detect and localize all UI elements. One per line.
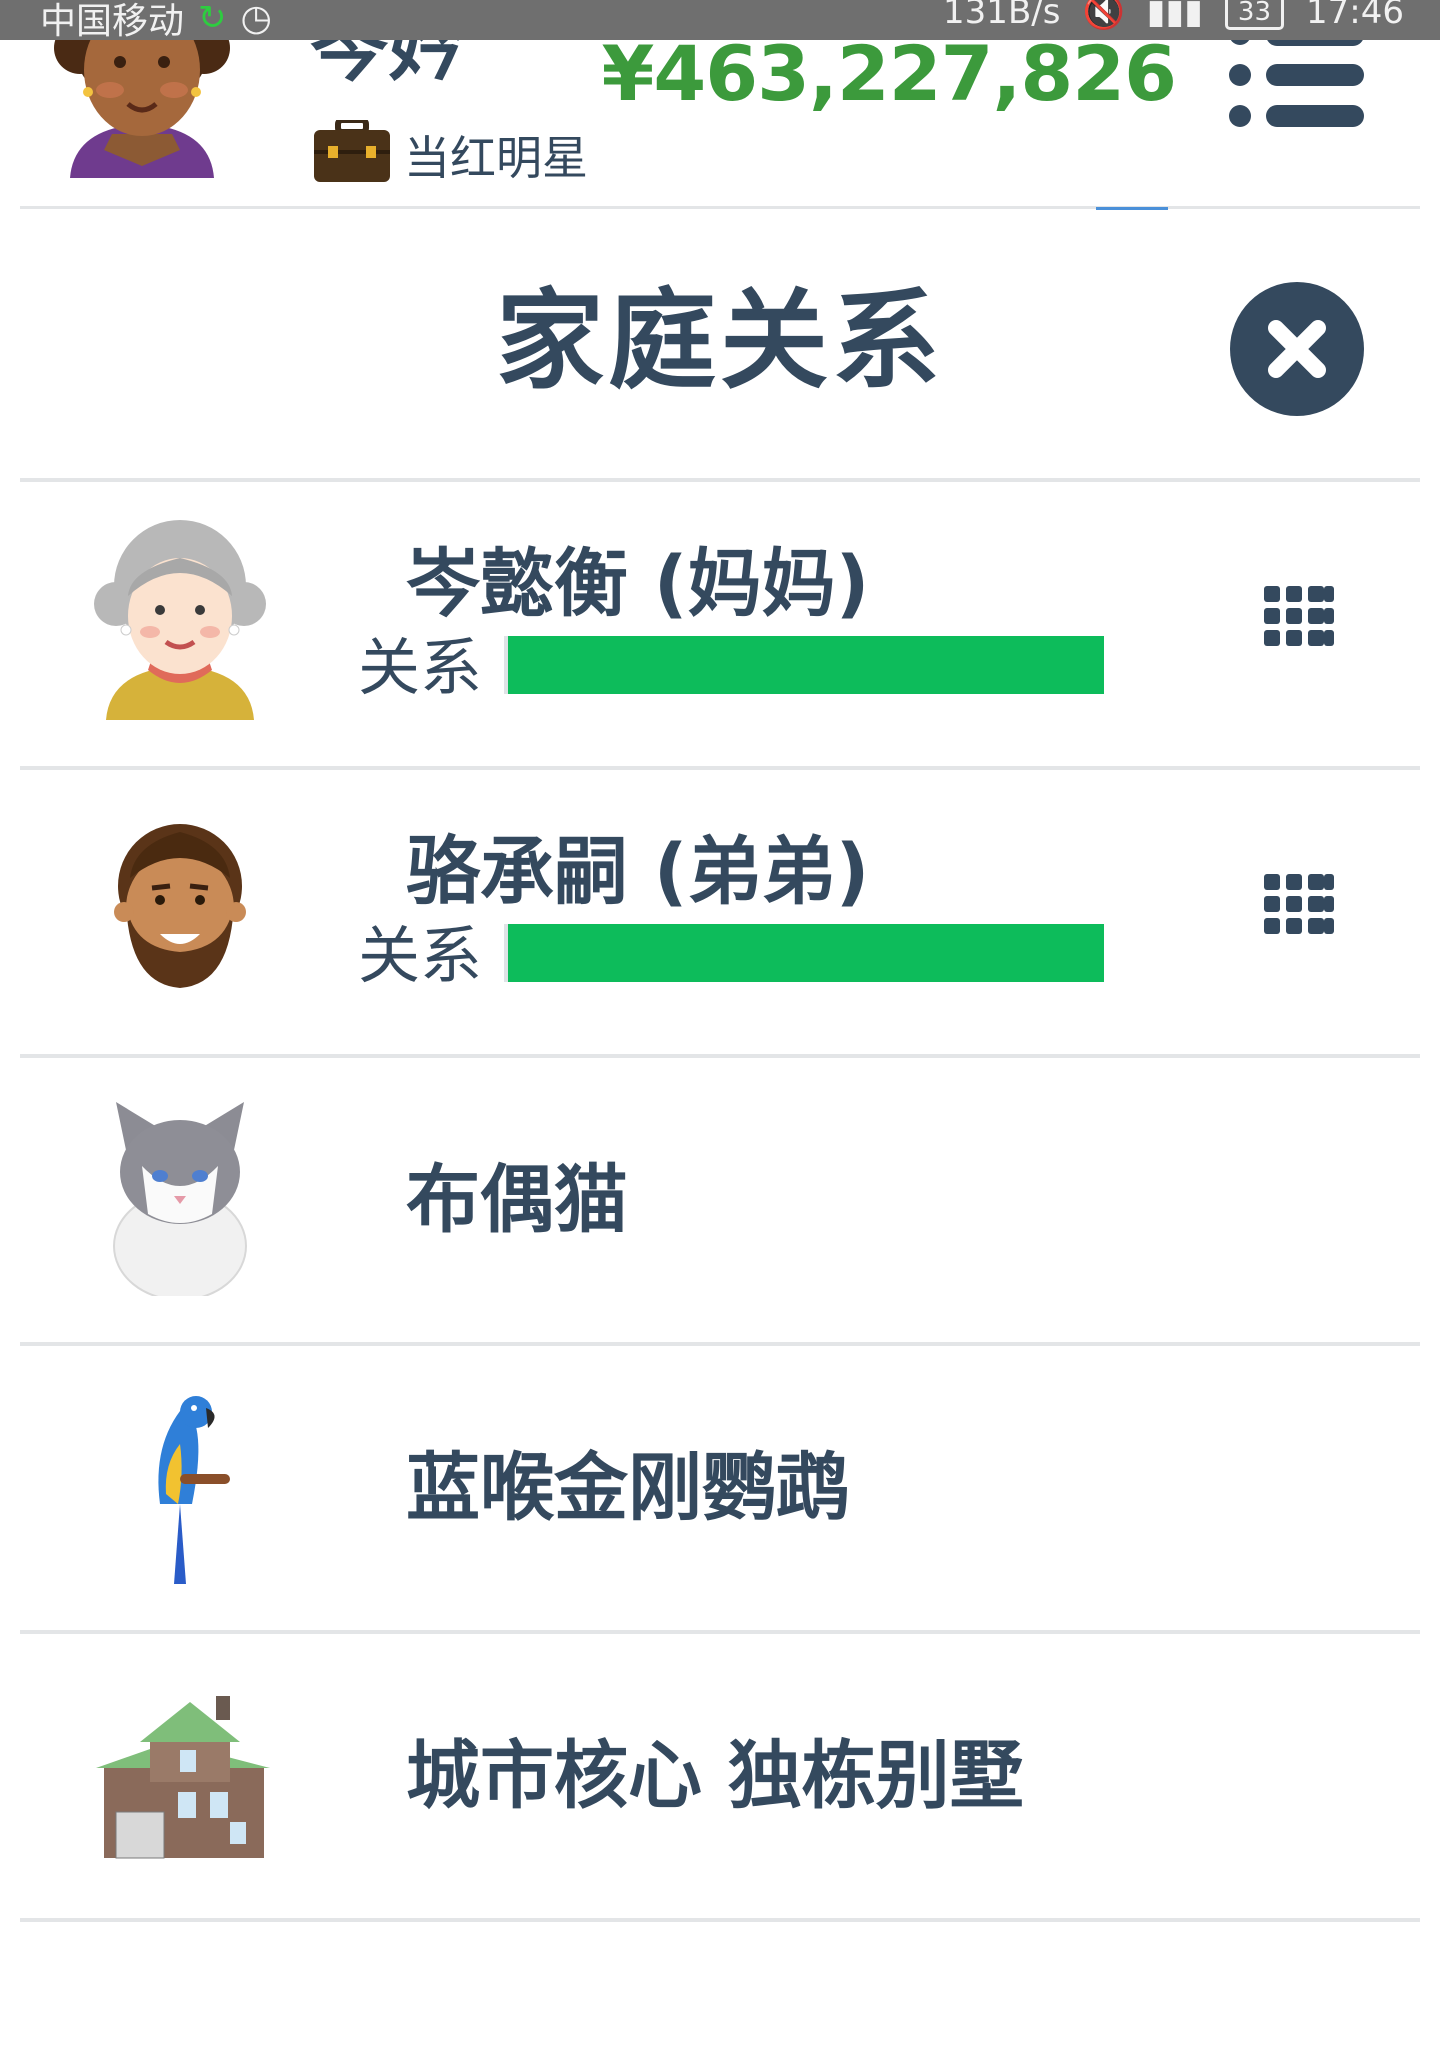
briefcase-icon: [314, 120, 390, 182]
family-member-name: 岑懿衡 (妈妈): [406, 541, 870, 627]
carrier-label: 中国移动: [40, 1, 185, 42]
relationship-bar: [504, 924, 1104, 982]
grandma-avatar: [94, 520, 266, 720]
header-divider: [20, 206, 1420, 209]
blue-macaw-icon: [158, 1396, 230, 1584]
clock-icon: ◷: [240, 0, 272, 39]
family-row[interactable]: 岑懿衡 (妈妈) 关系: [20, 482, 1420, 770]
job-title: 当红明星: [404, 131, 588, 185]
property-name: 城市核心 独栋别墅: [406, 1733, 1024, 1819]
sync-icon: ↻: [198, 0, 227, 38]
pet-row[interactable]: 布偶猫: [20, 1058, 1420, 1346]
family-row[interactable]: 骆承嗣 (弟弟) 关系: [20, 770, 1420, 1058]
tab-indicator: [1096, 207, 1168, 210]
bearded-man-avatar: [114, 824, 246, 988]
more-grid-icon[interactable]: [1264, 586, 1334, 656]
relationship-fill: [508, 636, 1104, 694]
status-left: 中国移动 ↻ ◷: [40, 0, 272, 44]
row-divider: [20, 1918, 1420, 1922]
family-screen: 中国移动 ↻ ◷ 131B/s 🔇 ▮▮▮ 33 17:46 岑妗 当红明星 ¥…: [0, 0, 1440, 2063]
relationship-label: 关系: [358, 919, 483, 992]
signal-icon: ▮▮▮: [1146, 0, 1203, 32]
status-right: 131B/s 🔇 ▮▮▮ 33 17:46: [943, 0, 1404, 32]
network-speed: 131B/s: [943, 0, 1061, 32]
modal-title: 家庭关系: [495, 279, 944, 404]
pet-row[interactable]: 蓝喉金刚鹦鹉: [20, 1346, 1420, 1634]
relationship-fill: [508, 924, 1104, 982]
time-label: 17:46: [1306, 0, 1404, 32]
ragdoll-cat-icon: [113, 1102, 247, 1296]
villa-house-icon: [96, 1696, 270, 1859]
relationship-label: 关系: [358, 631, 483, 704]
close-button[interactable]: [1230, 282, 1364, 416]
family-member-name: 骆承嗣 (弟弟): [406, 829, 870, 915]
relationship-bar: [504, 636, 1104, 694]
status-bar: 中国移动 ↻ ◷ 131B/s 🔇 ▮▮▮ 33 17:46: [0, 0, 1440, 42]
battery-icon: 33: [1224, 0, 1285, 30]
property-row[interactable]: 城市核心 独栋别墅: [20, 1634, 1420, 1922]
money-balance: ¥463,227,826: [601, 29, 1177, 118]
close-icon: [1268, 320, 1326, 378]
mute-icon: 🔇: [1082, 0, 1125, 32]
pet-name: 蓝喉金刚鹦鹉: [406, 1445, 850, 1531]
more-grid-icon[interactable]: [1264, 874, 1334, 944]
pet-name: 布偶猫: [406, 1157, 628, 1243]
